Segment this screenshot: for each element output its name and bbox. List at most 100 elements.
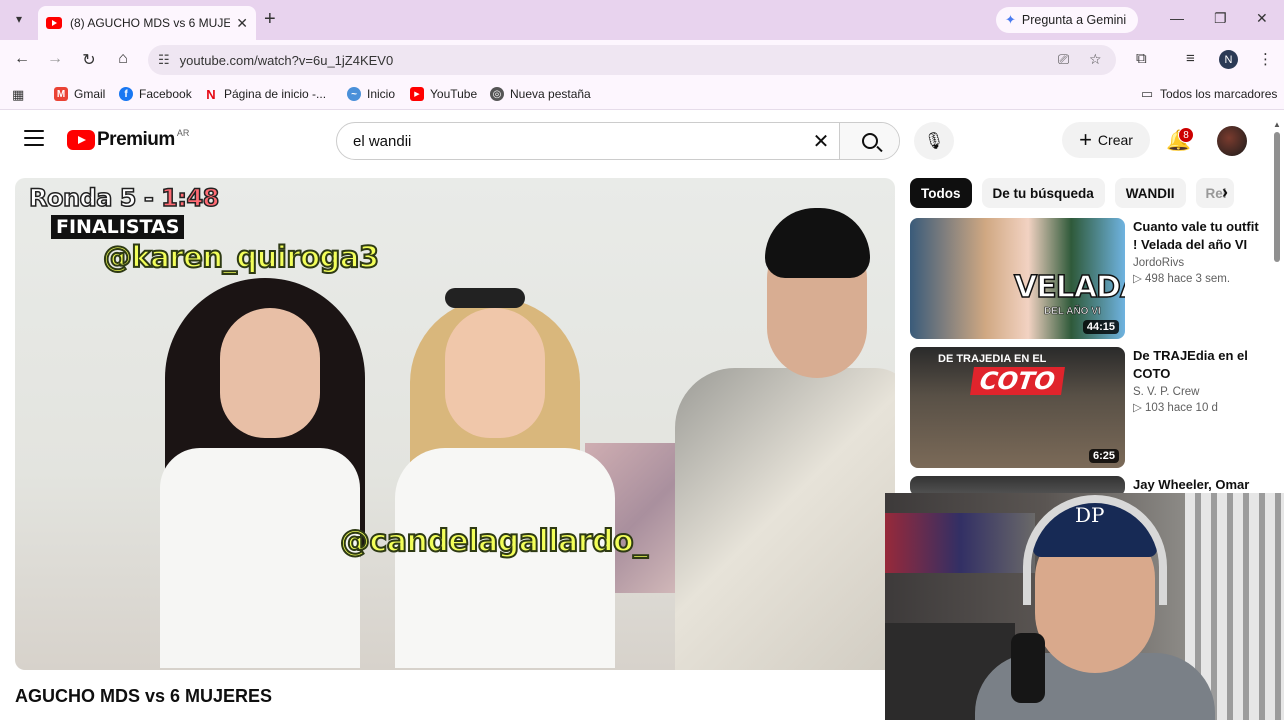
video-player[interactable]: Ronda 5 - 1:48 FINALISTAS @karen_quiroga…: [15, 178, 895, 670]
browser-toolbar: ← → ↻ ⌂ ☷ youtube.com/watch?v=6u_1jZ4KEV…: [0, 40, 1284, 80]
tab-title: (8) AGUCHO MDS vs 6 MUJERES: [70, 16, 230, 30]
bookmark-gmail[interactable]: M Gmail: [54, 87, 105, 101]
chip-de-tu-busqueda[interactable]: De tu búsqueda: [981, 178, 1105, 208]
youtube-icon: ▶: [410, 87, 424, 101]
bookmark-facebook[interactable]: f Facebook: [119, 87, 192, 101]
address-bar[interactable]: ☷ youtube.com/watch?v=6u_1jZ4KEV0 ⎚ ☆: [148, 45, 1116, 75]
chip-wandii[interactable]: WANDII: [1114, 178, 1186, 208]
guide-menu-icon[interactable]: [24, 130, 44, 148]
extensions-puzzle-icon[interactable]: ⧉: [1136, 50, 1147, 67]
bookmark-youtube[interactable]: ▶ YouTube: [410, 87, 477, 101]
forward-arrow-icon[interactable]: →: [45, 50, 65, 68]
youtube-premium-logo[interactable]: Premium AR: [67, 128, 190, 151]
logo-word: Premium: [97, 129, 175, 150]
profile-avatar[interactable]: N: [1219, 50, 1238, 69]
recommendation-stats: ▷ 498 hace 3 sem.: [1133, 273, 1231, 285]
create-label: Crear: [1097, 132, 1133, 148]
chrome-icon: ◎: [490, 87, 504, 101]
filter-chips: Todos De tu búsqueda WANDII Rel: [910, 178, 1244, 208]
bookmark-nueva-pestana[interactable]: ◎ Nueva pestaña: [490, 87, 591, 101]
webcam-overlay: DP: [885, 493, 1284, 720]
bookmark-netflix[interactable]: N Página de inicio -...: [204, 86, 327, 102]
recommendation-thumbnail[interactable]: VELADA DEL AÑO VI 44:15: [910, 218, 1125, 339]
man-shirt: [675, 368, 895, 670]
tab-close-icon[interactable]: ✕: [236, 15, 248, 32]
thumbnail-text: VELADA: [1013, 269, 1125, 306]
media-controls-icon[interactable]: ≡: [1186, 50, 1195, 67]
folder-icon: ▭: [1140, 86, 1154, 101]
voice-search-mic-icon[interactable]: 🎙: [914, 122, 954, 160]
url-text: youtube.com/watch?v=6u_1jZ4KEV0: [179, 52, 394, 68]
chip-todos[interactable]: Todos: [910, 178, 972, 208]
restore-icon[interactable]: ❐: [1214, 10, 1227, 27]
woman-left-top: [160, 448, 360, 668]
close-window-icon[interactable]: ✕: [1256, 10, 1268, 27]
recommendation-channel[interactable]: JordoRivs: [1133, 257, 1263, 269]
video-title: AGUCHO MDS vs 6 MUJERES: [15, 686, 273, 706]
minimize-icon[interactable]: —: [1170, 10, 1184, 26]
bookmark-label: YouTube: [430, 87, 478, 101]
search-box: el wandii ✕: [336, 122, 900, 160]
tab-strip: ▾ (8) AGUCHO MDS vs 6 MUJERES ✕ + ✦ Preg…: [0, 0, 1284, 40]
recommendation-item[interactable]: DE TRAJEDIA EN EL COTO 6:25 De TRAJEdia …: [910, 347, 1263, 468]
round-overlay: Ronda 5 - 1:48: [28, 183, 220, 213]
search-button[interactable]: [839, 123, 899, 159]
new-tab-plus-icon[interactable]: +: [264, 9, 276, 29]
scroll-up-arrow-icon[interactable]: ▲: [1273, 120, 1281, 129]
tab-search-chevron-icon[interactable]: ▾: [8, 8, 30, 30]
scrollbar-thumb[interactable]: [1274, 132, 1280, 262]
recommendation-thumbnail[interactable]: DE TRAJEDIA EN EL COTO 6:25: [910, 347, 1125, 468]
gmail-icon: M: [54, 87, 68, 101]
back-arrow-icon[interactable]: ←: [12, 50, 32, 68]
youtube-favicon-icon: [46, 17, 62, 29]
browser-tab-active[interactable]: (8) AGUCHO MDS vs 6 MUJERES ✕: [38, 6, 256, 40]
bookmark-star-icon[interactable]: ☆: [1089, 51, 1102, 68]
bookmark-label: Página de inicio -...: [224, 87, 327, 101]
sunglasses: [445, 288, 525, 308]
duration-badge: 44:15: [1082, 320, 1119, 334]
woman-center-face: [445, 308, 545, 438]
recommendation-title[interactable]: Cuanto vale tu outfit ! Velada del año V…: [1133, 218, 1263, 254]
country-code: AR: [176, 128, 190, 138]
webcam-background-shelf: [885, 513, 1035, 573]
gemini-spark-icon: ✦: [1005, 12, 1016, 27]
bookmark-label: Todos los marcadores: [1160, 87, 1278, 101]
bookmark-label: Nueva pestaña: [510, 87, 591, 101]
recommendation-item[interactable]: VELADA DEL AÑO VI 44:15 Cuanto vale tu o…: [910, 218, 1263, 339]
handle-overlay-2: @candelagallardo_: [339, 523, 649, 560]
inicio-icon: ~: [347, 87, 361, 101]
search-icon: [861, 133, 878, 149]
round-time: 1:48: [160, 183, 220, 213]
bookmark-label: Gmail: [74, 87, 106, 101]
netflix-icon: N: [206, 86, 216, 102]
bookmark-label: Facebook: [139, 87, 192, 101]
gemini-label: Pregunta a Gemini: [1021, 13, 1127, 27]
handle-overlay-1: @karen_quiroga3: [102, 239, 380, 275]
thumbnail-subtext: DEL AÑO VI: [1044, 306, 1101, 318]
recommendation-channel[interactable]: S. V. P. Crew: [1133, 386, 1263, 398]
install-app-icon[interactable]: ⎚: [1058, 51, 1069, 68]
all-bookmarks-folder[interactable]: ▭ Todos los marcadores: [1140, 86, 1278, 101]
bookmarks-bar: ▦ M Gmail f Facebook N Página de inicio …: [0, 80, 1284, 110]
man-hair: [765, 208, 870, 278]
site-settings-icon[interactable]: ☷: [158, 52, 170, 68]
recommendation-title[interactable]: Jay Wheeler, Omar: [1133, 476, 1263, 494]
notification-badge: 8: [1178, 127, 1194, 143]
recommendation-title[interactable]: De TRAJEdia en el COTO: [1133, 347, 1263, 383]
create-button[interactable]: + Crear: [1062, 122, 1150, 158]
reload-icon[interactable]: ↻: [79, 50, 99, 70]
thumbnail-text: COTO: [970, 367, 1065, 395]
bookmark-inicio[interactable]: ~ Inicio: [347, 87, 395, 101]
round-label: Ronda 5 -: [28, 183, 154, 213]
apps-grid-icon[interactable]: ▦: [12, 87, 24, 103]
account-avatar[interactable]: [1217, 126, 1247, 156]
microphone: [1011, 633, 1045, 703]
chips-next-chevron-icon[interactable]: ›: [1222, 182, 1228, 203]
facebook-icon: f: [119, 87, 133, 101]
finalists-overlay: FINALISTAS: [51, 215, 185, 239]
browser-menu-icon[interactable]: ⋮: [1258, 50, 1273, 68]
search-input[interactable]: el wandii: [337, 133, 803, 150]
gemini-button[interactable]: ✦ Pregunta a Gemini: [996, 7, 1138, 33]
home-icon[interactable]: ⌂: [113, 50, 133, 68]
clear-search-icon[interactable]: ✕: [803, 129, 839, 154]
